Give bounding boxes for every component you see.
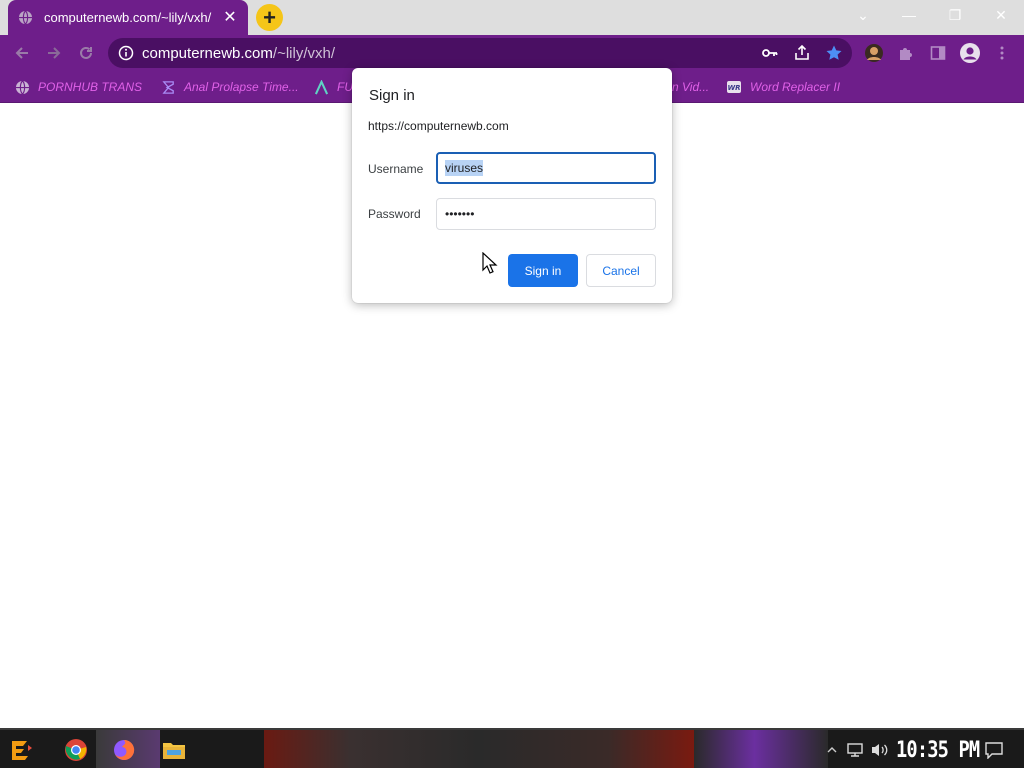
bookmark-item[interactable]: n Vid... bbox=[672, 77, 709, 97]
forward-arrow-icon[interactable] bbox=[42, 41, 66, 65]
browser-tab[interactable]: computernewb.com/~lily/vxh/ ✕ bbox=[8, 0, 248, 35]
network-icon[interactable] bbox=[844, 736, 866, 764]
active-window-thumbnail[interactable] bbox=[264, 730, 694, 768]
sign-in-button[interactable]: Sign in bbox=[508, 254, 578, 287]
password-label: Password bbox=[368, 207, 421, 221]
restore-icon[interactable]: ❐ bbox=[932, 0, 978, 30]
account-avatar-icon[interactable] bbox=[958, 41, 982, 65]
url-text: computernewb.com/~lily/vxh/ bbox=[142, 45, 335, 62]
bookmark-label: PORNHUB TRANS bbox=[38, 80, 143, 94]
bookmark-item[interactable]: WR Word Replacer II bbox=[726, 77, 840, 97]
dialog-origin: https://computernewb.com bbox=[368, 119, 509, 133]
taskbar: 10:35 PM bbox=[0, 728, 1024, 768]
browser-toolbar: computernewb.com/~lily/vxh/ bbox=[0, 35, 1024, 71]
lambda-icon bbox=[313, 79, 329, 95]
new-tab-button[interactable]: + bbox=[256, 4, 283, 31]
tab-strip: computernewb.com/~lily/vxh/ ✕ + ⌄ — ❐ ✕ bbox=[0, 0, 1024, 35]
bookmark-label: Word Replacer II bbox=[750, 80, 841, 94]
cancel-button[interactable]: Cancel bbox=[586, 254, 656, 287]
volume-icon[interactable] bbox=[868, 736, 892, 764]
bookmark-label: Anal Prolapse Time... bbox=[184, 80, 299, 94]
url-path: /~lily/vxh/ bbox=[272, 44, 336, 62]
address-bar[interactable]: computernewb.com/~lily/vxh/ bbox=[108, 38, 852, 68]
taskbar-clock[interactable]: 10:35 PM bbox=[896, 734, 980, 766]
svg-text:WR: WR bbox=[727, 84, 740, 92]
close-window-icon[interactable]: ✕ bbox=[978, 0, 1024, 30]
bookmark-item[interactable]: Anal Prolapse Time... bbox=[160, 77, 299, 97]
globe-icon bbox=[18, 10, 33, 25]
profile-extension-icon[interactable] bbox=[862, 41, 886, 65]
url-host: computernewb.com bbox=[142, 44, 273, 62]
globe-icon bbox=[14, 79, 30, 95]
chrome-icon[interactable] bbox=[62, 736, 90, 764]
wr-icon: WR bbox=[726, 79, 742, 95]
minimize-icon[interactable]: — bbox=[886, 0, 932, 30]
dialog-title: Sign in bbox=[369, 87, 415, 104]
mouse-cursor-icon bbox=[482, 251, 498, 274]
tab-search-dropdown-icon[interactable]: ⌄ bbox=[840, 0, 886, 30]
sigma-icon bbox=[160, 79, 176, 95]
extensions-puzzle-icon[interactable] bbox=[894, 41, 918, 65]
taskbar-decoration bbox=[694, 730, 828, 768]
password-field[interactable]: ••••••• bbox=[436, 198, 656, 230]
tab-close-icon[interactable]: ✕ bbox=[222, 9, 238, 26]
password-value: ••••••• bbox=[445, 207, 475, 221]
share-icon[interactable] bbox=[790, 41, 814, 65]
username-field[interactable]: viruses bbox=[436, 152, 656, 184]
back-arrow-icon[interactable] bbox=[10, 41, 34, 65]
notifications-icon[interactable] bbox=[980, 736, 1008, 764]
reload-icon[interactable] bbox=[74, 41, 98, 65]
start-button-icon[interactable] bbox=[8, 736, 36, 764]
bookmark-item[interactable]: PORNHUB TRANS bbox=[14, 77, 142, 97]
tab-title: computernewb.com/~lily/vxh/ bbox=[44, 10, 212, 25]
sign-in-dialog: Sign in https://computernewb.com Usernam… bbox=[352, 68, 672, 303]
file-explorer-icon[interactable] bbox=[160, 736, 188, 764]
bookmark-item[interactable]: FU bbox=[313, 77, 353, 97]
site-info-icon[interactable] bbox=[118, 45, 134, 61]
bookmark-label: FU bbox=[337, 80, 353, 94]
side-panel-icon[interactable] bbox=[926, 41, 950, 65]
firefox-icon[interactable] bbox=[110, 736, 138, 764]
menu-kebab-icon[interactable] bbox=[990, 41, 1014, 65]
username-label: Username bbox=[368, 162, 424, 176]
bookmark-label: n Vid... bbox=[672, 80, 710, 94]
bookmark-star-icon[interactable] bbox=[822, 41, 846, 65]
key-icon[interactable] bbox=[758, 41, 782, 65]
username-value: viruses bbox=[445, 160, 484, 176]
tray-expand-icon[interactable] bbox=[822, 736, 842, 764]
